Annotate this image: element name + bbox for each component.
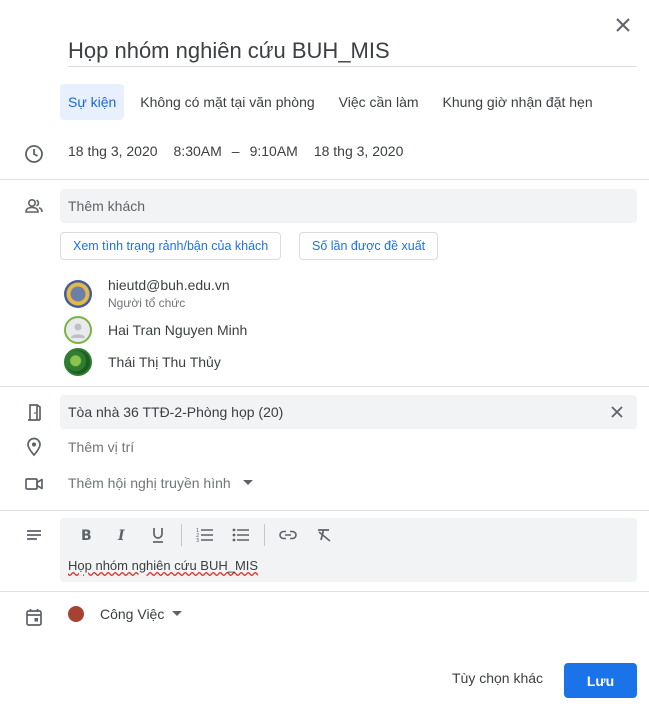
divider xyxy=(0,179,649,180)
bulleted-list-icon[interactable] xyxy=(229,524,253,546)
toolbar-separator xyxy=(181,524,182,546)
formatting-toolbar: B I 123 xyxy=(74,524,348,546)
end-time[interactable]: 9:10AM xyxy=(250,143,298,159)
calendar-color-dot[interactable] xyxy=(68,606,84,622)
divider xyxy=(0,510,649,511)
divider xyxy=(0,386,649,387)
link-icon[interactable] xyxy=(276,524,300,546)
add-conference-dropdown[interactable]: Thêm hội nghị truyền hình xyxy=(68,475,253,491)
avatar xyxy=(64,348,92,376)
datetime-row: 18 thg 3, 2020 8:30AM – 9:10AM 18 thg 3,… xyxy=(68,143,403,159)
caret-down-icon xyxy=(242,480,253,485)
video-camera-icon xyxy=(24,474,44,494)
suggested-times-button[interactable]: Số lần được đề xuất xyxy=(299,232,439,260)
guest-item[interactable]: Thái Thị Thu Thủy xyxy=(64,348,221,376)
event-title: Họp nhóm nghiên cứu BUH_MIS xyxy=(68,38,390,63)
svg-text:I: I xyxy=(117,528,125,542)
guest-name: hieutd@buh.edu.vn xyxy=(108,277,230,293)
guest-item[interactable]: hieutd@buh.edu.vn Người tổ chức xyxy=(64,277,230,310)
guest-item[interactable]: Hai Tran Nguyen Minh xyxy=(64,316,247,344)
clock-icon xyxy=(24,144,44,164)
numbered-list-icon[interactable]: 123 xyxy=(193,524,217,546)
tab-out-of-office[interactable]: Không có mặt tại văn phòng xyxy=(132,84,322,120)
door-icon xyxy=(24,402,44,422)
tab-event[interactable]: Sự kiện xyxy=(60,84,125,120)
start-date[interactable]: 18 thg 3, 2020 xyxy=(68,143,158,159)
description-text: Họp nhóm nghiên cứu BUH_MIS xyxy=(68,558,259,573)
time-separator: – xyxy=(231,143,240,159)
guest-name: Hai Tran Nguyen Minh xyxy=(108,322,248,338)
people-icon xyxy=(24,196,44,216)
italic-icon[interactable]: I xyxy=(110,524,134,546)
calendar-select[interactable]: Công Việc xyxy=(68,606,183,622)
event-title-input[interactable]: Họp nhóm nghiên cứu BUH_MIS xyxy=(68,34,637,67)
calendar-icon xyxy=(24,607,44,627)
guest-availability-button[interactable]: Xem tình trạng rảnh/bận của khách xyxy=(60,232,282,260)
end-date[interactable]: 18 thg 3, 2020 xyxy=(314,143,404,159)
save-button[interactable]: Lưu xyxy=(564,663,637,698)
toolbar-separator xyxy=(264,524,265,546)
guest-role: Người tổ chức xyxy=(108,296,186,310)
close-icon[interactable] xyxy=(607,402,627,422)
room-field[interactable]: Tòa nhà 36 TTĐ-2-Phòng họp (20) xyxy=(60,395,637,429)
avatar xyxy=(64,316,92,344)
guest-name: Thái Thị Thu Thủy xyxy=(108,354,221,370)
conference-label: Thêm hội nghị truyền hình xyxy=(68,475,231,491)
location-pin-icon xyxy=(24,437,44,457)
calendar-name: Công Việc xyxy=(100,606,165,622)
avatar xyxy=(64,279,92,308)
svg-text:3: 3 xyxy=(196,538,199,543)
more-options-button[interactable]: Tùy chọn khác xyxy=(452,670,543,686)
event-type-tabs: Sự kiện Không có mặt tại văn phòng Việc … xyxy=(60,84,609,120)
bold-icon[interactable]: B xyxy=(74,524,98,546)
add-guest-input[interactable]: Thêm khách xyxy=(60,189,637,223)
notes-icon xyxy=(24,526,44,546)
clear-formatting-icon[interactable] xyxy=(312,524,336,546)
add-location-input[interactable]: Thêm vị trí xyxy=(68,439,134,455)
start-time[interactable]: 8:30AM xyxy=(174,143,222,159)
tab-appointment-slots[interactable]: Khung giờ nhận đặt hẹn xyxy=(435,84,601,120)
tab-task[interactable]: Việc cần làm xyxy=(331,84,427,120)
description-editor[interactable]: B I 123 Họp nhóm nghiên cứu BUH_MIS xyxy=(60,518,637,582)
underline-icon[interactable] xyxy=(146,524,170,546)
divider xyxy=(0,591,649,592)
caret-down-icon xyxy=(172,611,183,616)
svg-text:B: B xyxy=(81,528,92,542)
